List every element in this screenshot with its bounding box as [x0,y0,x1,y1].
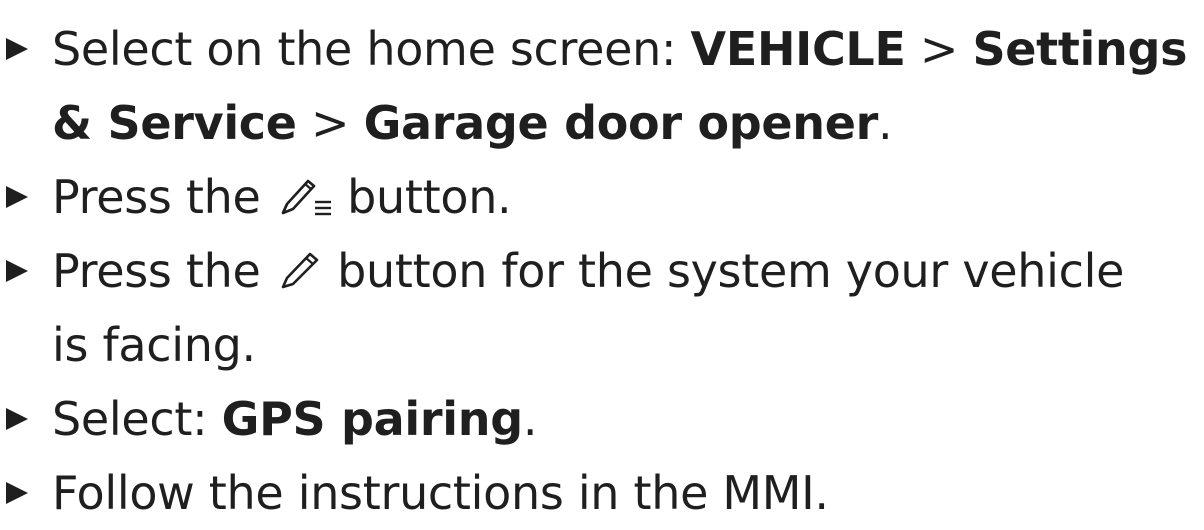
pencil-icon [275,249,323,293]
path-separator: > [905,22,973,76]
step-1-end: . [878,96,893,150]
step-bullet-icon [6,408,28,430]
menu-vehicle: VEHICLE [690,22,906,76]
step-4-end: . [522,392,538,446]
menu-garage-door-opener: Garage door opener [363,96,879,150]
step-3-after: button for the system your vehicle [322,244,1125,298]
step-bullet-icon [6,38,28,60]
step-3-before: Press the [52,244,275,298]
step-bullet-icon [6,186,28,208]
path-separator: > [296,96,364,150]
menu-settings: Settings [972,22,1188,76]
menu-service: & Service [52,96,297,150]
step-3-cont: is facing. [52,318,256,372]
step-1-lead: Select on the home screen: [52,22,691,76]
step-2-before: Press the [52,170,275,224]
step-2-after: button. [332,170,512,224]
menu-gps-pairing: GPS pairing [221,392,523,446]
step-5-text: Follow the instructions in the MMI. [52,466,829,520]
step-4-lead: Select: [52,392,222,446]
step-bullet-icon [6,260,28,282]
pencil-list-icon [275,175,333,219]
step-bullet-icon [6,482,28,504]
